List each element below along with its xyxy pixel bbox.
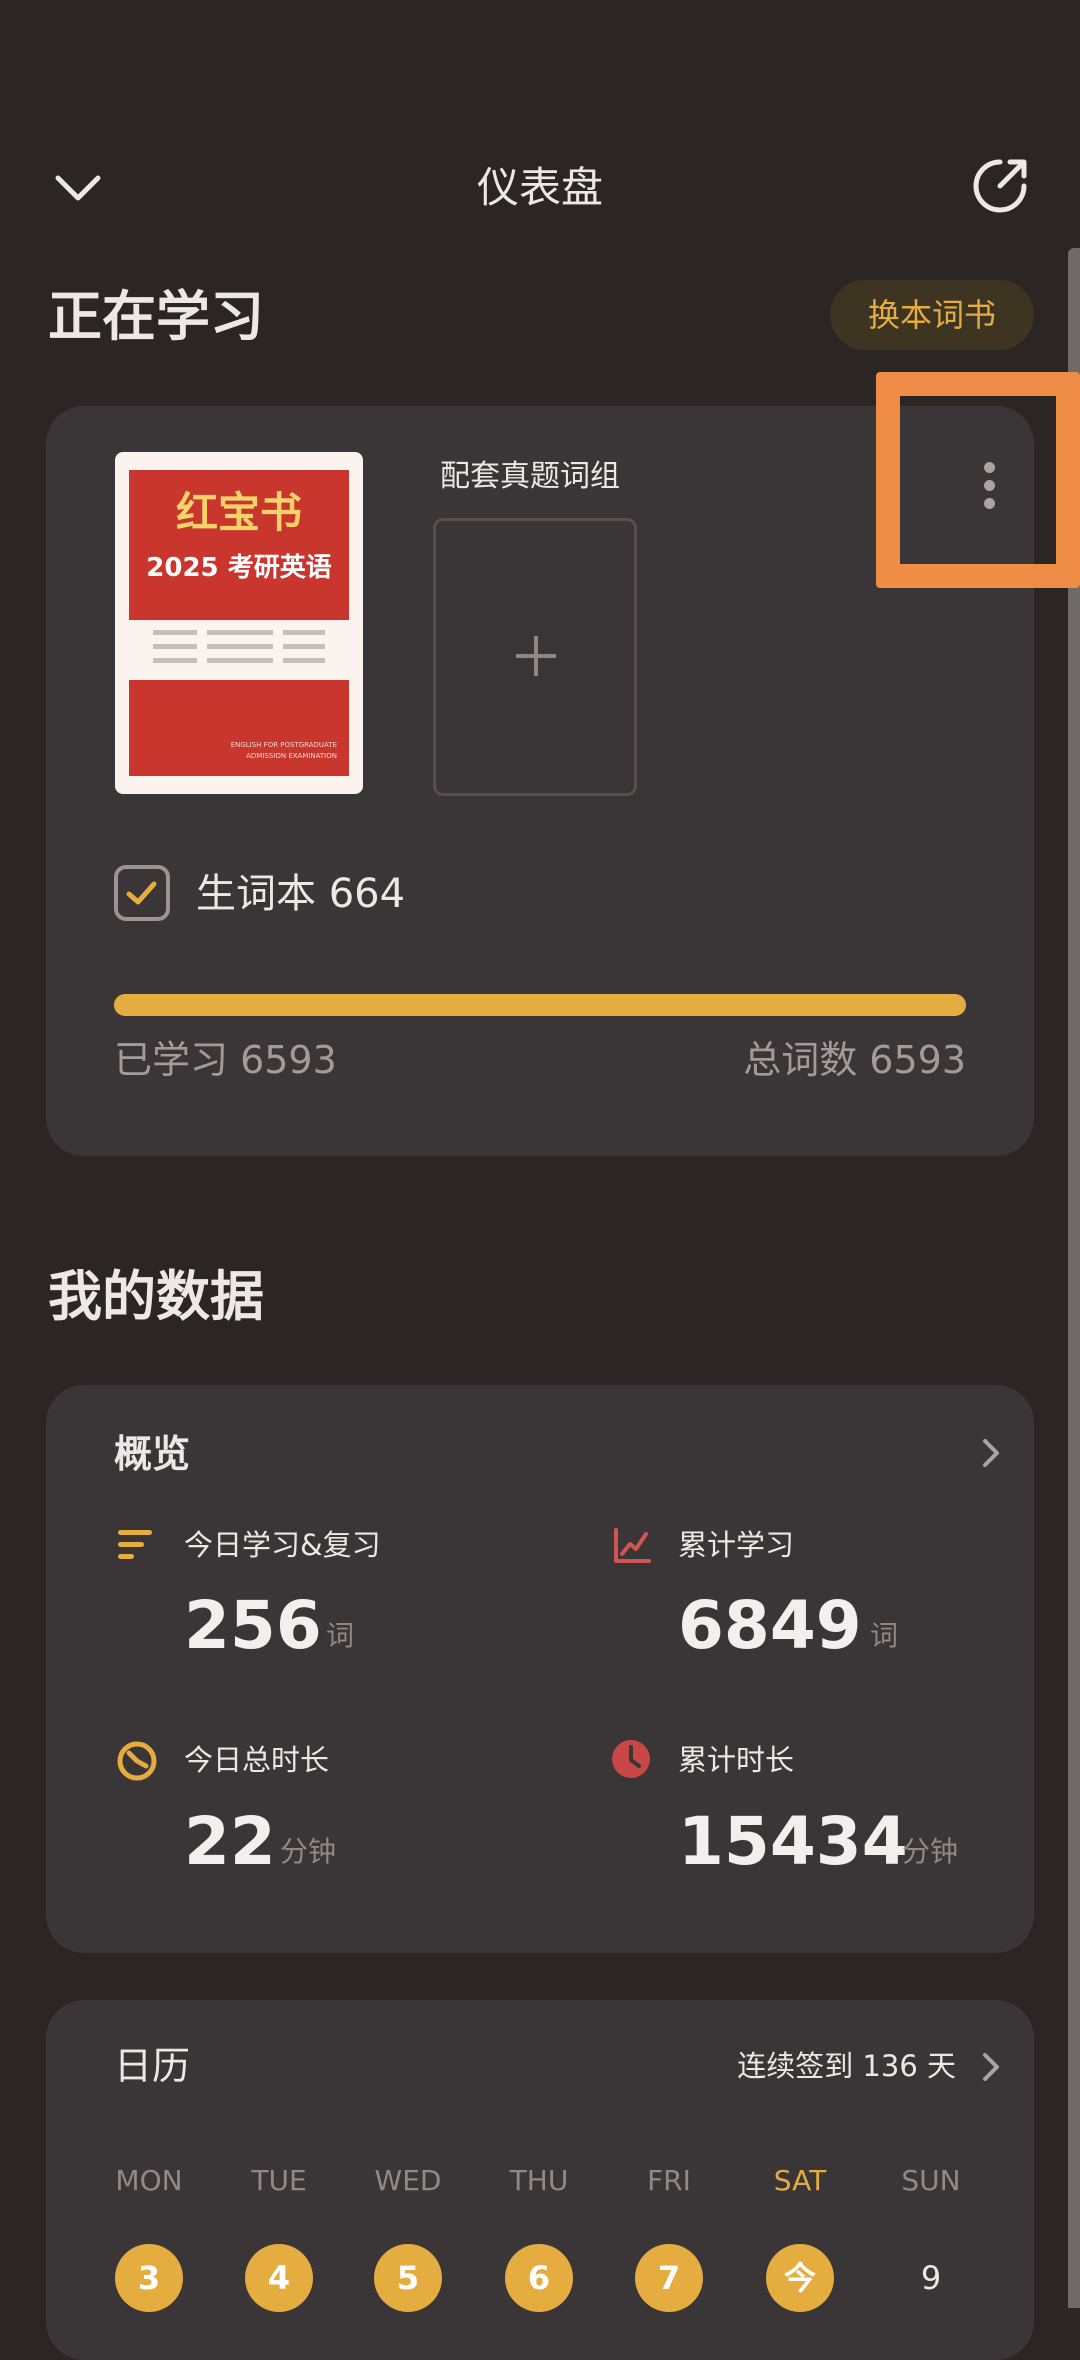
cover-english-text: ENGLISH FOR POSTGRADUATE ADMISSION EXAMI… bbox=[230, 741, 337, 760]
calendar-day[interactable]: 3 bbox=[115, 2244, 183, 2312]
stat-unit: 词 bbox=[326, 1619, 355, 1652]
weekday-label: THU bbox=[509, 2164, 569, 2197]
overview-title: 概览 bbox=[114, 1432, 191, 1476]
stat-label: 今日学习&复习 bbox=[184, 1528, 381, 1562]
calendar-day-today[interactable]: 今 bbox=[766, 2244, 834, 2312]
switch-book-button[interactable]: 换本词书 bbox=[830, 280, 1034, 350]
calendar-day[interactable]: 6 bbox=[505, 2244, 573, 2312]
weekday-label: SAT bbox=[773, 2164, 827, 2197]
weekday-label: WED bbox=[374, 2164, 442, 2197]
streak-text[interactable]: 连续签到 136 天 bbox=[737, 2046, 956, 2086]
stat-value: 15434 bbox=[678, 1803, 908, 1880]
cover-title-block: 红宝书 2025 考研英语 bbox=[129, 470, 349, 620]
calendar-day[interactable]: 9 bbox=[897, 2244, 965, 2312]
clock-icon bbox=[612, 1740, 650, 1778]
vocab-checkbox[interactable] bbox=[114, 865, 170, 921]
calendar-day[interactable]: 7 bbox=[635, 2244, 703, 2312]
book-cover[interactable]: 红宝书 2025 考研英语 ENGLISH FOR POSTGRADUATE A… bbox=[115, 452, 363, 794]
weekday-label: MON bbox=[115, 2164, 183, 2197]
studying-section-title: 正在学习 bbox=[48, 285, 264, 348]
chevron-right-icon[interactable] bbox=[976, 2052, 1006, 2082]
stat-unit: 词 bbox=[870, 1619, 899, 1652]
weekday-label: TUE bbox=[251, 2164, 307, 2197]
phrase-group-label: 配套真题词组 bbox=[440, 459, 620, 494]
total-count: 总词数 6593 bbox=[743, 1038, 966, 1082]
cover-bottom-block: ENGLISH FOR POSTGRADUATE ADMISSION EXAMI… bbox=[129, 680, 349, 776]
stat-label: 今日总时长 bbox=[184, 1743, 330, 1777]
weekday-label: SUN bbox=[901, 2164, 961, 2197]
calendar-day[interactable]: 5 bbox=[374, 2244, 442, 2312]
weekday-label: FRI bbox=[647, 2164, 691, 2197]
cover-subtitle: 2025 考研英语 bbox=[146, 553, 332, 583]
cover-title: 红宝书 bbox=[175, 488, 302, 537]
line-chart-icon bbox=[614, 1528, 651, 1563]
calendar-day[interactable]: 4 bbox=[245, 2244, 313, 2312]
stat-label: 累计时长 bbox=[678, 1743, 795, 1777]
add-phrase-group-button[interactable] bbox=[433, 518, 637, 796]
timer-icon bbox=[117, 1741, 157, 1781]
vocab-book-label: 生词本 664 bbox=[196, 871, 406, 917]
stat-value: 256 bbox=[184, 1587, 322, 1664]
stat-value: 22 bbox=[184, 1803, 276, 1880]
page-title: 仪表盘 bbox=[476, 163, 603, 212]
highlight-box bbox=[876, 372, 1080, 588]
checkmark-icon bbox=[126, 881, 157, 905]
stat-value: 6849 bbox=[678, 1587, 862, 1664]
bars-icon bbox=[118, 1530, 152, 1559]
stat-label: 累计学习 bbox=[678, 1528, 795, 1562]
calendar-title: 日历 bbox=[114, 2044, 191, 2088]
study-progress-bar bbox=[114, 994, 966, 1016]
my-data-section-title: 我的数据 bbox=[48, 1265, 264, 1328]
stat-unit: 分钟 bbox=[280, 1835, 337, 1868]
share-button[interactable] bbox=[970, 156, 1030, 216]
learned-count: 已学习 6593 bbox=[114, 1038, 337, 1082]
chevron-right-icon[interactable] bbox=[976, 1438, 1006, 1468]
share-icon bbox=[973, 159, 1027, 213]
stat-unit: 分钟 bbox=[902, 1835, 959, 1868]
